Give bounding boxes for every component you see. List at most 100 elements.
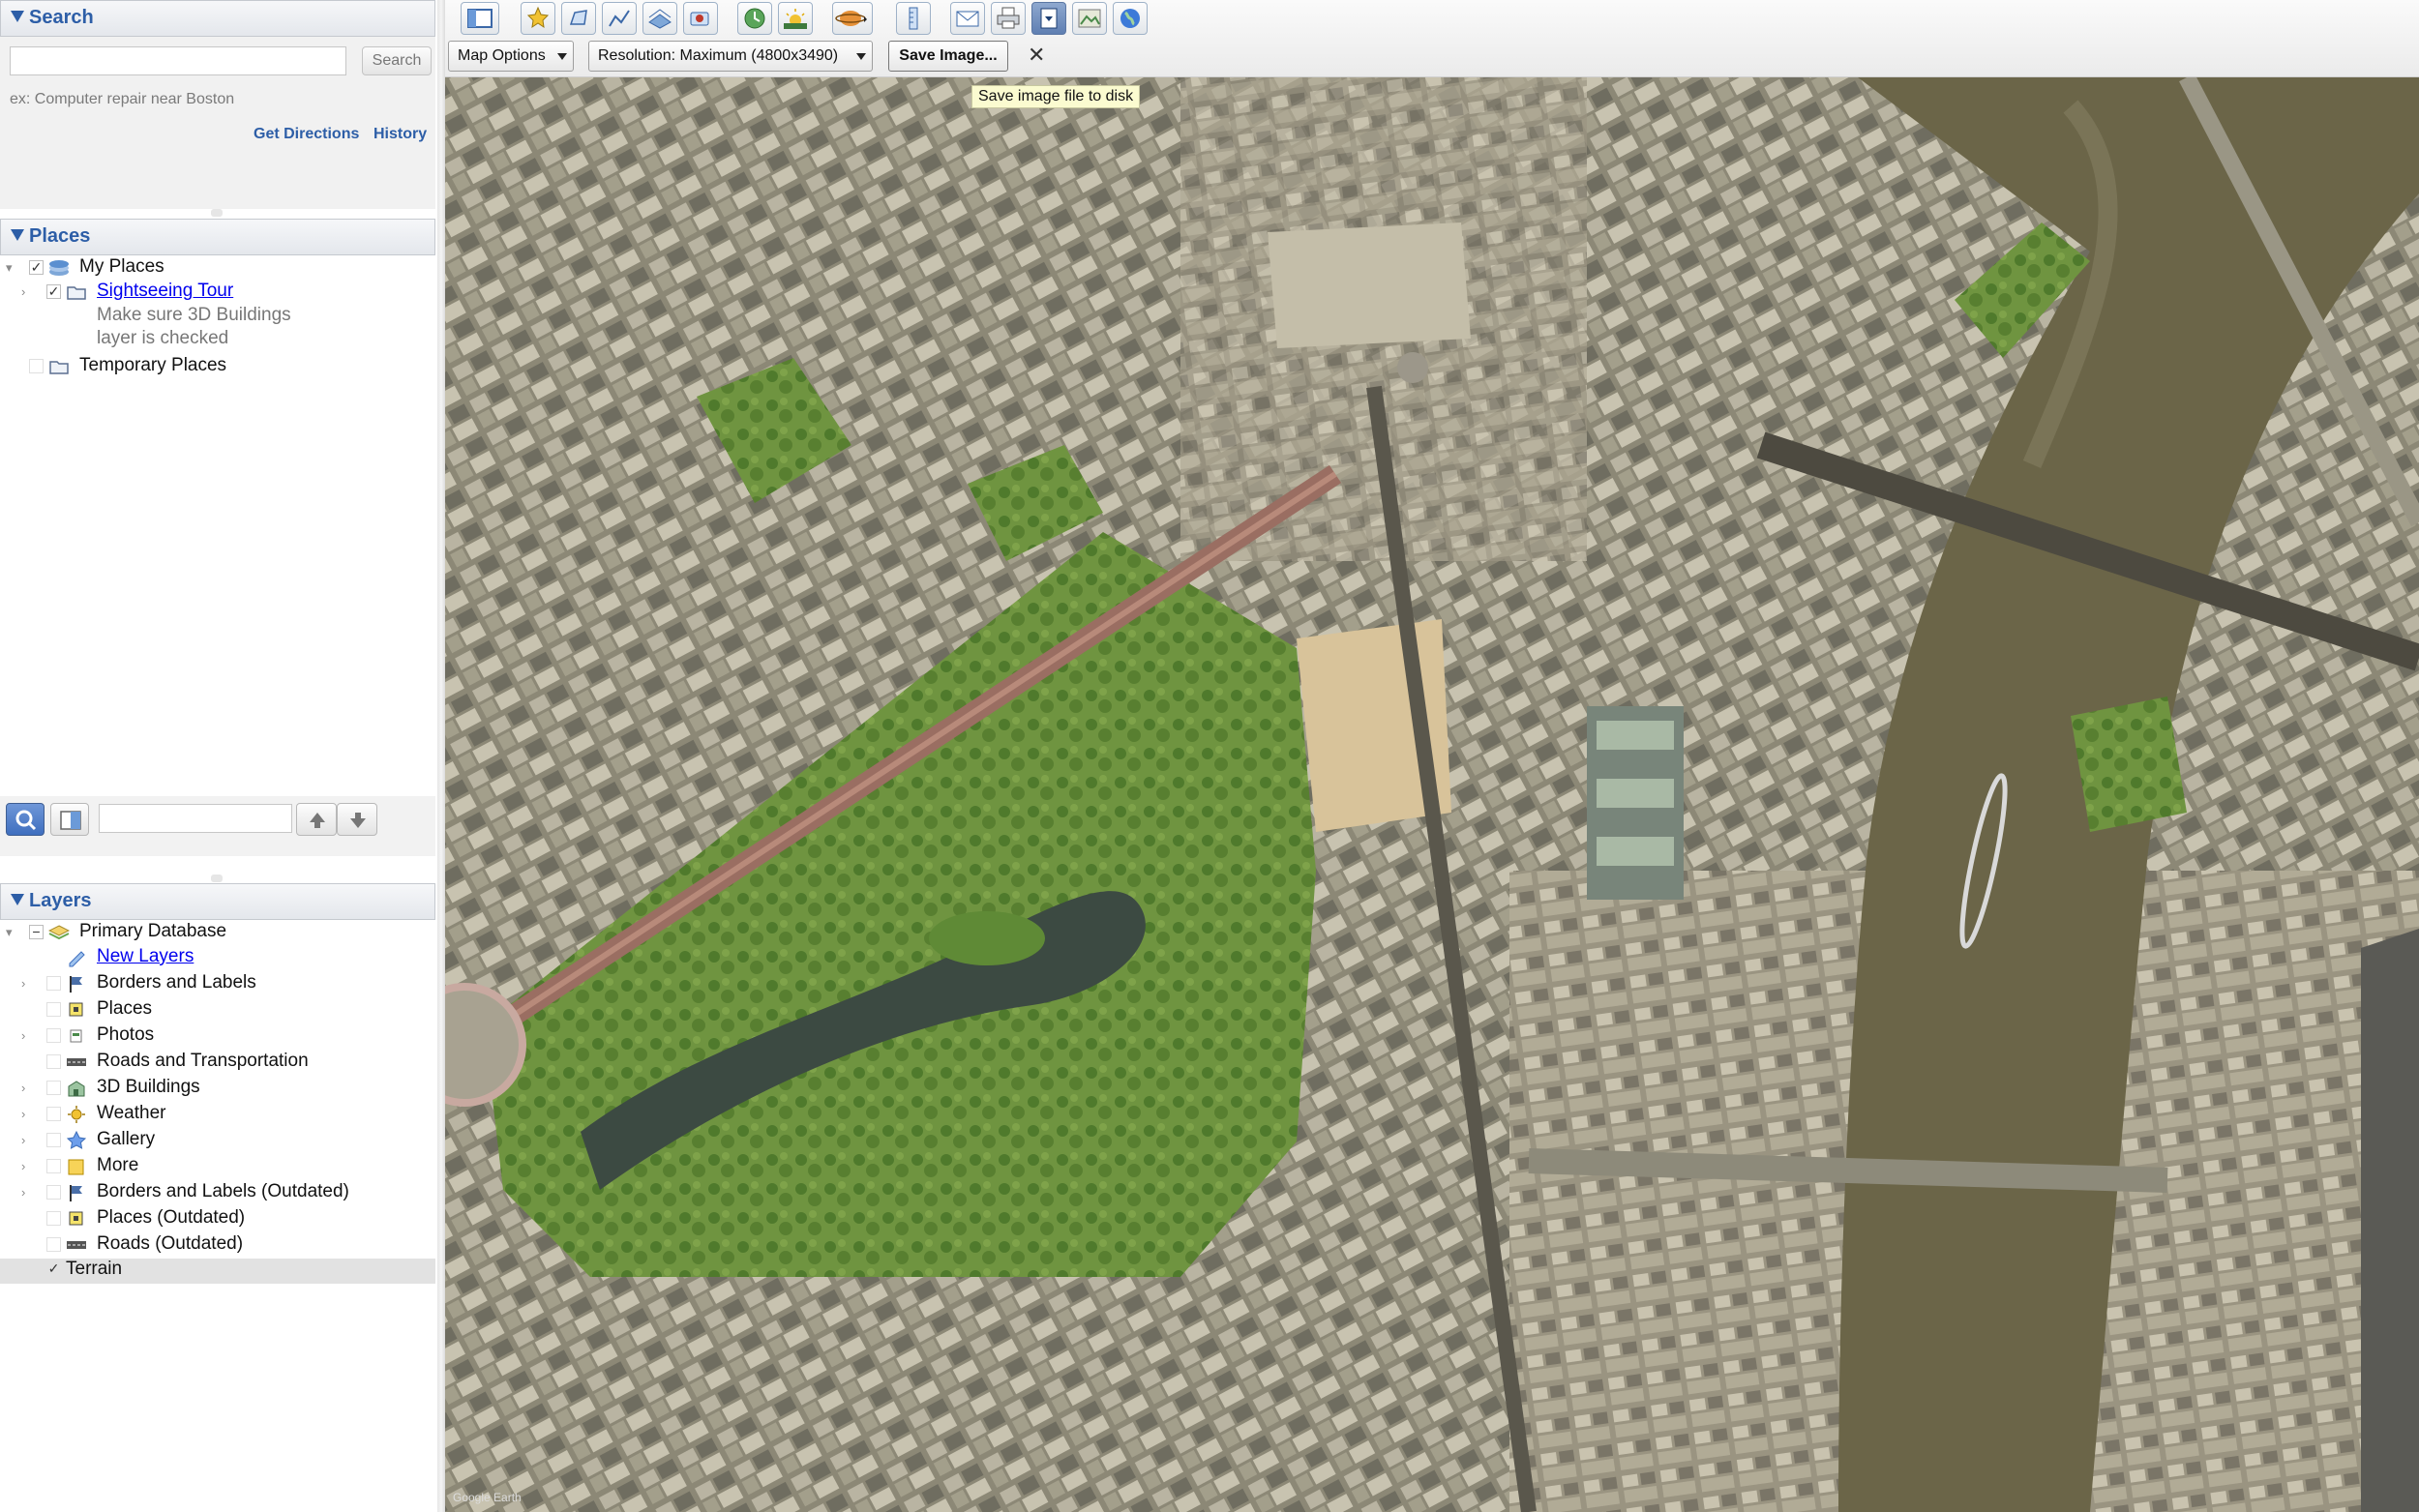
expand-right-icon[interactable]: › — [21, 1107, 25, 1121]
layer-checkbox[interactable] — [46, 1002, 61, 1017]
ruler-button[interactable] — [896, 2, 931, 35]
layer-checkbox[interactable] — [46, 1081, 61, 1095]
search-resize-handle[interactable] — [211, 209, 223, 217]
layer-item[interactable]: Places — [0, 998, 435, 1023]
places-item-temporary-places[interactable]: Temporary Places — [0, 355, 435, 380]
expand-down-icon[interactable]: ▾ — [6, 925, 13, 940]
search-places-button[interactable] — [6, 803, 45, 836]
expand-right-icon[interactable]: › — [21, 1081, 25, 1095]
places-resize-handle[interactable] — [211, 875, 223, 882]
layer-checkbox[interactable] — [46, 1159, 61, 1173]
collapse-triangle-icon[interactable] — [11, 11, 24, 22]
expand-down-icon[interactable]: ▾ — [6, 260, 13, 276]
layer-item[interactable]: › More — [0, 1155, 435, 1180]
layer-item[interactable]: › Photos — [0, 1024, 435, 1050]
road-icon — [66, 1235, 87, 1255]
layer-checkbox[interactable] — [46, 1237, 61, 1252]
add-placemark-button[interactable] — [521, 2, 555, 35]
layer-label: Roads (Outdated) — [97, 1233, 244, 1254]
save-image-button[interactable] — [1031, 2, 1066, 35]
move-up-button[interactable] — [296, 803, 337, 836]
sightseeing-tour-checkbox[interactable]: ✓ — [46, 284, 61, 299]
tour-note-line2: layer is checked — [97, 328, 229, 348]
layer-item[interactable]: Roads (Outdated) — [0, 1233, 435, 1259]
layer-checkbox[interactable]: − — [29, 925, 44, 939]
search-button[interactable]: Search — [362, 46, 432, 75]
layer-label: Borders and Labels — [97, 972, 256, 993]
layer-item[interactable]: New Layers — [0, 946, 435, 971]
layer-item[interactable]: › Weather — [0, 1103, 435, 1128]
history-link[interactable]: History — [373, 126, 427, 143]
save-image-tooltip: Save image file to disk — [971, 85, 1141, 108]
add-image-overlay-button[interactable] — [642, 2, 677, 35]
layer-checkbox[interactable] — [46, 1107, 61, 1121]
toolbar: Map Options Resolution: Maximum (4800x34… — [445, 0, 2419, 77]
my-places-checkbox[interactable]: ✓ — [29, 260, 44, 275]
collapse-triangle-icon[interactable] — [11, 229, 24, 241]
earth-view-button[interactable] — [1113, 2, 1148, 35]
sidebar-toggle-button[interactable] — [461, 2, 499, 35]
layer-checkbox[interactable] — [46, 1185, 61, 1200]
add-path-button[interactable] — [602, 2, 637, 35]
layer-checkbox[interactable] — [46, 1028, 61, 1043]
layer-item[interactable]: › Borders and Labels — [0, 972, 435, 997]
print-button[interactable] — [991, 2, 1026, 35]
expand-right-icon[interactable]: › — [21, 1133, 25, 1147]
search-input[interactable] — [10, 46, 346, 75]
google-earth-window: Search Search ex: Computer repair near B… — [0, 0, 2419, 1512]
arrow-down-icon — [350, 813, 366, 828]
save-image-button-text[interactable]: Save Image... — [888, 41, 1008, 72]
places-filter-input[interactable] — [99, 804, 292, 833]
expand-right-icon[interactable]: › — [21, 1159, 25, 1173]
switch-planet-button[interactable] — [832, 2, 873, 35]
new-layers-link[interactable]: New Layers — [97, 946, 194, 967]
layer-checkbox[interactable] — [46, 1133, 61, 1147]
layer-checkbox[interactable]: ✓ — [46, 1261, 61, 1277]
close-icon[interactable]: ✕ — [1028, 43, 1045, 68]
layer-item[interactable]: › Borders and Labels (Outdated) — [0, 1181, 435, 1206]
places-item-my-places[interactable]: ▾ ✓ My Places — [0, 256, 435, 282]
print-icon — [997, 7, 1020, 29]
historical-imagery-button[interactable] — [737, 2, 772, 35]
collapse-triangle-icon[interactable] — [11, 894, 24, 905]
email-icon — [956, 11, 979, 27]
layer-checkbox[interactable] — [46, 976, 61, 991]
expand-right-icon[interactable]: › — [21, 1185, 25, 1200]
record-tour-button[interactable] — [683, 2, 718, 35]
layer-item[interactable]: › Gallery — [0, 1129, 435, 1154]
search-hint: ex: Computer repair near Boston — [10, 91, 235, 107]
expand-right-icon[interactable]: › — [21, 976, 25, 991]
places-icon — [66, 1000, 87, 1020]
layer-label: Terrain — [66, 1259, 123, 1279]
layer-item[interactable]: ▾ − Primary Database — [0, 921, 435, 946]
view-in-maps-button[interactable] — [1072, 2, 1107, 35]
layer-checkbox[interactable] — [46, 1211, 61, 1226]
expand-right-icon[interactable]: › — [21, 284, 25, 299]
new-layers-icon — [66, 948, 87, 967]
sunlight-button[interactable] — [778, 2, 813, 35]
resolution-dropdown[interactable]: Resolution: Maximum (4800x3490) — [588, 41, 873, 72]
map-options-dropdown[interactable]: Map Options — [448, 41, 574, 72]
sightseeing-tour-link[interactable]: Sightseeing Tour — [97, 281, 233, 302]
layers-panel-header[interactable]: Layers — [0, 883, 435, 920]
places-item-sightseeing-tour[interactable]: › ✓ Sightseeing Tour — [0, 281, 435, 306]
move-down-button[interactable] — [337, 803, 377, 836]
search-panel-header[interactable]: Search — [0, 0, 435, 37]
layer-item[interactable]: › 3D Buildings — [0, 1077, 435, 1102]
map-attribution: Google Earth — [453, 1491, 522, 1504]
get-directions-link[interactable]: Get Directions — [254, 126, 359, 143]
aerial-imagery[interactable] — [445, 77, 2419, 1512]
temporary-places-checkbox[interactable] — [29, 359, 44, 373]
layer-item[interactable]: Roads and Transportation — [0, 1051, 435, 1076]
layer-item[interactable]: Places (Outdated) — [0, 1207, 435, 1232]
layer-checkbox[interactable] — [46, 1054, 61, 1069]
sidebar-splitter[interactable] — [437, 0, 445, 1512]
folder-icon — [66, 1157, 87, 1176]
toggle-panel-button[interactable] — [50, 803, 89, 836]
places-panel-header[interactable]: Places — [0, 219, 435, 255]
expand-right-icon[interactable]: › — [21, 1028, 25, 1043]
email-button[interactable] — [950, 2, 985, 35]
map-view[interactable]: Google Earth — [445, 77, 2419, 1512]
add-polygon-button[interactable] — [561, 2, 596, 35]
layer-item-selected[interactable]: ✓ Terrain — [0, 1259, 435, 1284]
